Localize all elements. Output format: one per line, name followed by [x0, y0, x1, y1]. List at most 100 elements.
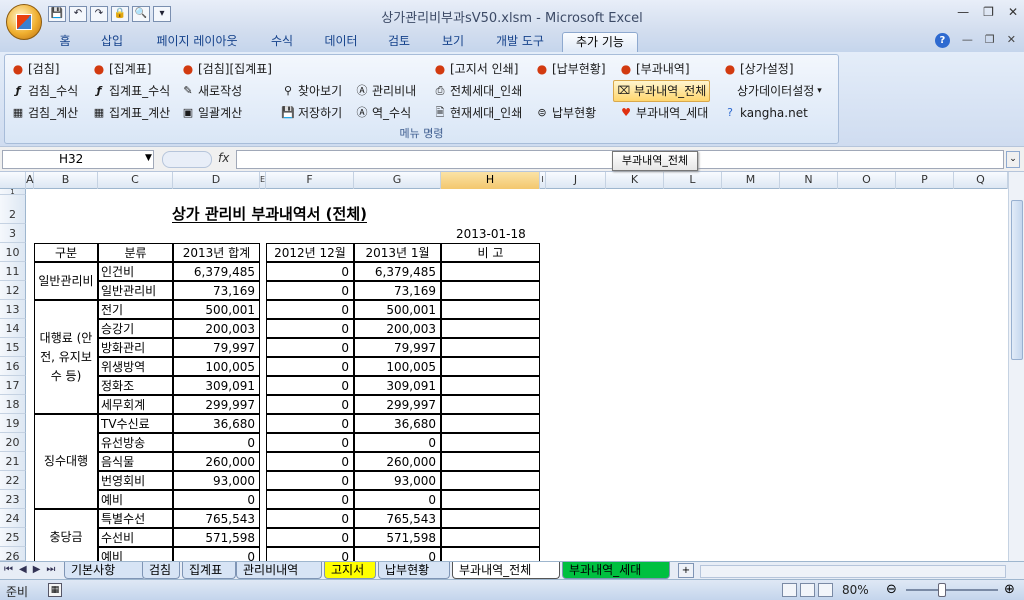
prev-month-cell[interactable]: 0 [266, 319, 354, 338]
total-cell[interactable]: 260,000 [173, 452, 260, 471]
restore-icon[interactable]: ❐ [983, 5, 994, 19]
row-header[interactable]: 18 [0, 395, 26, 414]
row-header[interactable]: 2 [0, 195, 26, 224]
help-icon[interactable]: ? [934, 33, 950, 48]
tab-page-layout[interactable]: 페이지 레이아웃 [146, 32, 248, 52]
col-header-h[interactable]: H [441, 172, 540, 189]
item-name-cell[interactable]: 정화조 [98, 376, 173, 395]
first-sheet-icon[interactable]: ⏮ [4, 564, 13, 575]
header-cell[interactable]: 분류 [98, 243, 173, 262]
prev-month-cell[interactable]: 0 [266, 433, 354, 452]
zoom-out-icon[interactable]: ⊖ [886, 582, 897, 597]
row-header[interactable]: 10 [0, 243, 26, 262]
ribbon-restore-icon[interactable]: ❐ [985, 33, 995, 48]
col-header-j[interactable]: J [546, 172, 606, 189]
row-header[interactable]: 21 [0, 452, 26, 471]
meter-formula-button[interactable]: ƒ 검침_수식 [11, 81, 79, 101]
curr-month-cell[interactable]: 500,001 [354, 300, 441, 319]
prev-month-cell[interactable]: 0 [266, 376, 354, 395]
note-cell[interactable] [441, 528, 540, 547]
insert-function-icon[interactable]: fx [218, 151, 229, 165]
menu-meter-button[interactable]: ● [검침] [11, 59, 60, 79]
tab-formulas[interactable]: 수식 [262, 32, 302, 52]
prev-month-cell[interactable]: 0 [266, 528, 354, 547]
row-header[interactable]: 12 [0, 281, 26, 300]
note-cell[interactable] [441, 490, 540, 509]
note-cell[interactable] [441, 509, 540, 528]
meter-calc-button[interactable]: ▦ 검침_계산 [11, 103, 78, 123]
menu-notice-print-button[interactable]: ● [고지서 인쇄] [433, 59, 519, 79]
browse-button[interactable]: ⚲ 찾아보기 [281, 81, 342, 101]
reverse-formula-button[interactable]: Ⓐ 역_수식 [355, 103, 412, 123]
total-cell[interactable]: 765,543 [173, 509, 260, 528]
item-name-cell[interactable]: 예비 [98, 547, 173, 561]
kangha-link[interactable]: ? kangha.net [723, 103, 808, 123]
note-cell[interactable] [441, 395, 540, 414]
row-header[interactable]: 11 [0, 262, 26, 281]
tab-home[interactable]: 홈 [50, 32, 80, 52]
sheet-tab[interactable]: 부과내역_전체 [452, 562, 560, 579]
close-icon[interactable]: ✕ [1008, 5, 1018, 19]
row-header[interactable]: 3 [0, 224, 26, 243]
curr-month-cell[interactable]: 79,997 [354, 338, 441, 357]
horizontal-scrollbar[interactable] [700, 565, 1006, 578]
tab-developer[interactable]: 개발 도구 [488, 32, 552, 52]
group-label-cell[interactable]: 일반관리비 [34, 262, 98, 300]
menu-store-settings-button[interactable]: ● [상가설정] [723, 59, 794, 79]
prev-month-cell[interactable]: 0 [266, 414, 354, 433]
curr-month-cell[interactable]: 0 [354, 433, 441, 452]
header-cell[interactable]: 2013년 1월 [354, 243, 441, 262]
curr-month-cell[interactable]: 93,000 [354, 471, 441, 490]
item-name-cell[interactable]: 전기 [98, 300, 173, 319]
page-layout-view-icon[interactable] [800, 583, 815, 597]
curr-month-cell[interactable]: 6,379,485 [354, 262, 441, 281]
select-all-corner[interactable] [0, 172, 26, 189]
group-label-cell[interactable]: 징수대행 [34, 414, 98, 509]
total-cell[interactable]: 0 [173, 490, 260, 509]
row-header[interactable]: 19 [0, 414, 26, 433]
total-cell[interactable]: 200,003 [173, 319, 260, 338]
item-name-cell[interactable]: 번영회비 [98, 471, 173, 490]
note-cell[interactable] [441, 338, 540, 357]
prev-month-cell[interactable]: 0 [266, 395, 354, 414]
row-header[interactable]: 13 [0, 300, 26, 319]
row-header[interactable]: 16 [0, 357, 26, 376]
curr-month-cell[interactable]: 299,997 [354, 395, 441, 414]
note-cell[interactable] [441, 300, 540, 319]
col-header-g[interactable]: G [354, 172, 441, 189]
vertical-scroll-thumb[interactable] [1011, 200, 1023, 360]
item-name-cell[interactable]: 예비 [98, 490, 173, 509]
total-cell[interactable]: 0 [173, 547, 260, 561]
total-cell[interactable]: 299,997 [173, 395, 260, 414]
summary-calc-button[interactable]: ▦ 집계표_계산 [92, 103, 170, 123]
prev-month-cell[interactable]: 0 [266, 509, 354, 528]
item-name-cell[interactable]: 승강기 [98, 319, 173, 338]
curr-month-cell[interactable]: 100,005 [354, 357, 441, 376]
prev-month-cell[interactable]: 0 [266, 452, 354, 471]
note-cell[interactable] [441, 471, 540, 490]
tab-addins[interactable]: 추가 기능 [562, 32, 638, 52]
note-cell[interactable] [441, 319, 540, 338]
row-header[interactable]: 22 [0, 471, 26, 490]
sheet-tab[interactable]: 고지서 [324, 562, 376, 579]
note-cell[interactable] [441, 376, 540, 395]
total-cell[interactable]: 571,598 [173, 528, 260, 547]
charges-all-button[interactable]: ⌧ 부과내역_전체 [613, 80, 711, 102]
payment-status-button[interactable]: ⊜ 납부현황 [535, 103, 596, 123]
prev-month-cell[interactable]: 0 [266, 338, 354, 357]
note-cell[interactable] [441, 262, 540, 281]
tab-insert[interactable]: 삽입 [94, 32, 130, 52]
tab-review[interactable]: 검토 [380, 32, 418, 52]
save-button[interactable]: 💾 저장하기 [281, 103, 342, 123]
prev-month-cell[interactable]: 0 [266, 281, 354, 300]
sheet-tab[interactable]: 검침 [142, 562, 180, 579]
total-cell[interactable]: 93,000 [173, 471, 260, 490]
item-name-cell[interactable]: 수선비 [98, 528, 173, 547]
col-header-k[interactable]: K [606, 172, 664, 189]
zoom-level[interactable]: 80% [842, 583, 869, 597]
item-name-cell[interactable]: 유선방송 [98, 433, 173, 452]
macro-record-icon[interactable]: ▦ [48, 583, 62, 597]
col-header-c[interactable]: C [98, 172, 173, 189]
print-current-button[interactable]: 🗎 현재세대_인쇄 [433, 103, 523, 123]
prev-sheet-icon[interactable]: ◀ [19, 564, 27, 575]
